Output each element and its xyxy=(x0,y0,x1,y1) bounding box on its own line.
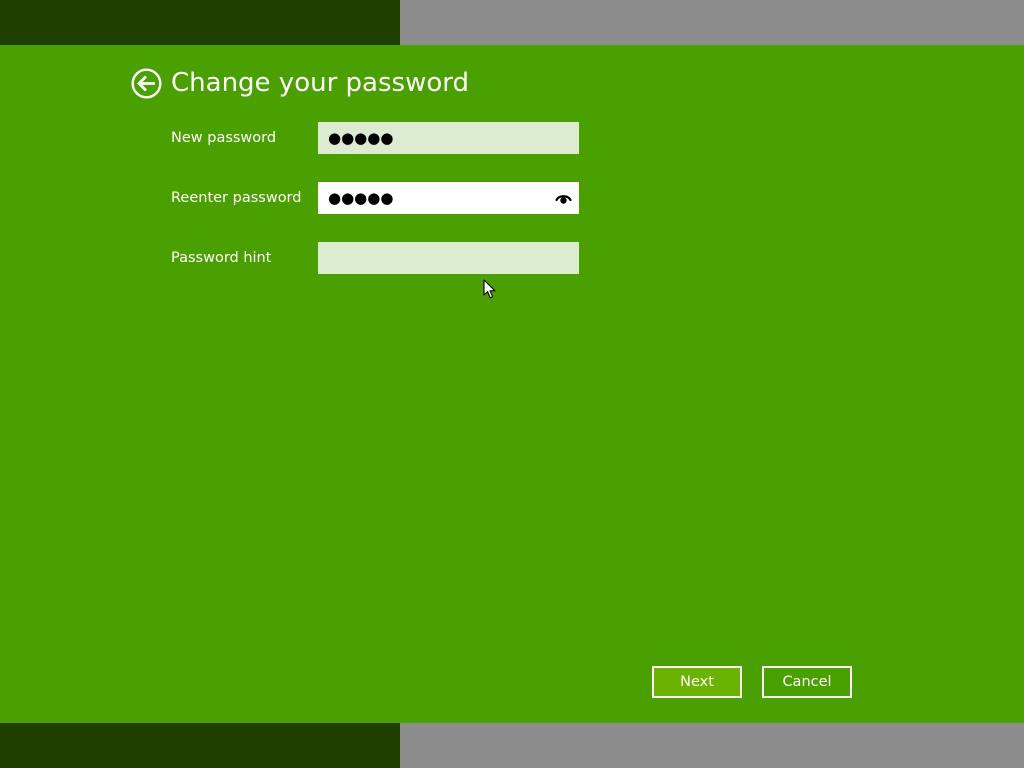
cancel-button[interactable]: Cancel xyxy=(762,666,852,698)
reenter-password-label: Reenter password xyxy=(171,190,302,206)
page-title: Change your password xyxy=(171,68,469,98)
top-band-dark xyxy=(0,0,400,45)
new-password-label: New password xyxy=(171,130,277,146)
bottom-band-dark xyxy=(0,723,400,768)
eye-icon[interactable] xyxy=(555,191,572,205)
back-arrow-icon xyxy=(131,68,162,99)
screen: Change your password New password ●●●●● … xyxy=(0,0,1024,768)
reenter-password-value: ●●●●● xyxy=(328,189,394,207)
password-hint-field[interactable] xyxy=(318,242,579,274)
bottom-band-gray xyxy=(400,723,1024,768)
password-hint-label: Password hint xyxy=(171,250,272,266)
new-password-value: ●●●●● xyxy=(328,129,394,147)
new-password-field[interactable]: ●●●●● xyxy=(318,122,579,154)
password-hint-input[interactable] xyxy=(318,242,579,274)
top-band-gray xyxy=(400,0,1024,45)
mouse-pointer-icon xyxy=(483,279,496,299)
back-button[interactable] xyxy=(131,68,162,99)
reenter-password-field[interactable]: ●●●●● xyxy=(318,182,579,214)
next-button[interactable]: Next xyxy=(652,666,742,698)
